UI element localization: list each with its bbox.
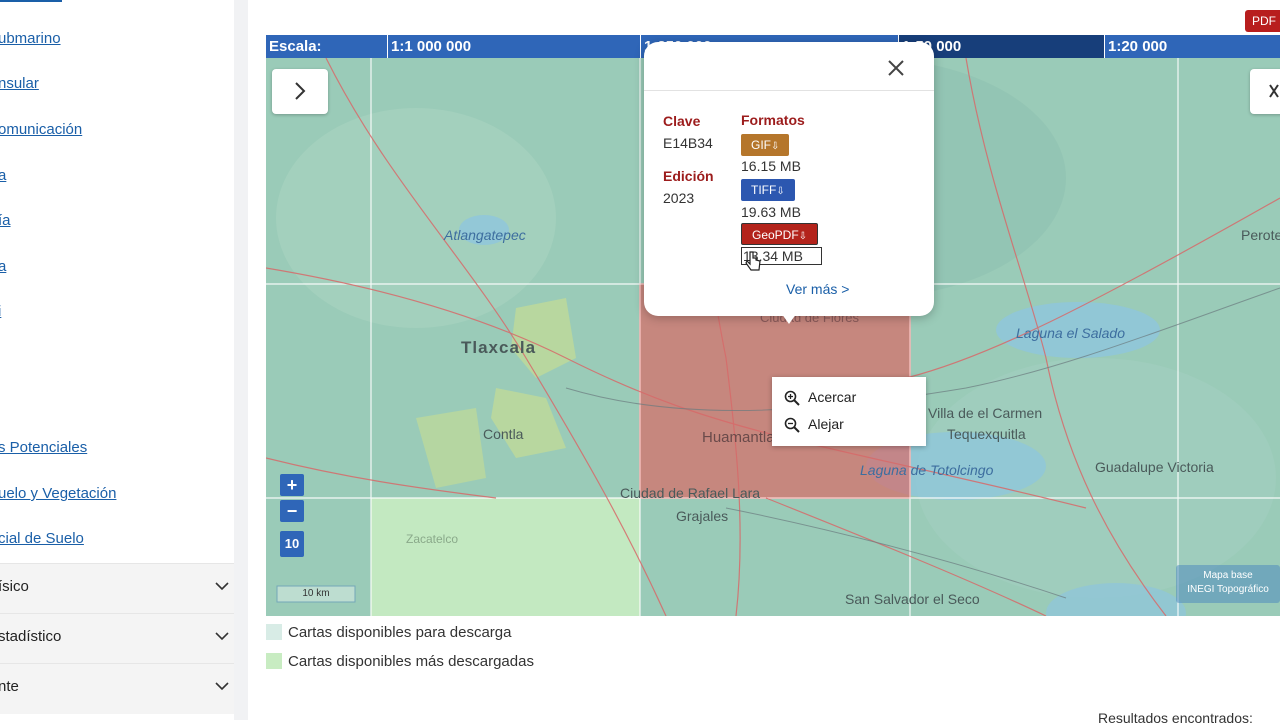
download-gif-button[interactable]: GIF⇩ [741, 134, 790, 156]
basemap-label-2: INEGI Topográfico [1187, 584, 1269, 595]
formatos-label: Formatos [741, 112, 805, 128]
format-label: GeoPDF [752, 228, 799, 242]
map-scale-line: 10 km [276, 585, 356, 603]
sidebar-link-comunicacion[interactable]: omunicación [0, 121, 82, 138]
zoom-in-button[interactable]: + [280, 474, 304, 496]
sidebar-category-ambiente[interactable]: nte [0, 663, 234, 714]
clave-label: Clave [663, 113, 701, 129]
map-label-laguna-totolcingo: Laguna de Totolcingo [860, 462, 994, 478]
map-label-ciudad-rafael-lara: Ciudad de Rafael Lara [620, 485, 761, 501]
format-label: TIFF [751, 183, 777, 197]
context-zoom-in[interactable]: Acercar [784, 386, 856, 408]
chevron-down-icon [215, 632, 229, 641]
category-label: stadístico [0, 628, 62, 645]
map-label-tlaxcala: Tlaxcala [461, 338, 537, 357]
category-label: nte [0, 678, 19, 695]
download-icon: ⇩ [771, 141, 780, 152]
context-zoom-in-label: Acercar [808, 389, 857, 405]
zoom-out-icon [784, 417, 800, 434]
map-label-huamantla: Huamantla [702, 429, 775, 446]
download-icon: ⇩ [798, 231, 808, 242]
chevron-down-icon [215, 582, 229, 591]
sidebar-link-potencial-suelo[interactable]: cial de Suelo [0, 530, 84, 547]
tile-info-popup: Clave E14B34 Edición 2023 Formatos GIF⇩ … [644, 42, 934, 316]
map-label-perote: Perote [1241, 227, 1280, 243]
gif-size: 16.15 MB [741, 158, 801, 174]
category-label: ísico [0, 578, 29, 595]
results-count-label: Resultados encontrados: [1098, 710, 1253, 726]
tiff-size: 19.63 MB [741, 204, 801, 220]
legend-swatch [266, 653, 282, 669]
basemap-switcher[interactable]: Mapa base INEGI Topográfico [1176, 565, 1280, 603]
sidebar-scroll-gutter [234, 0, 248, 720]
sidebar-link-7[interactable]: i [0, 303, 1, 320]
map-context-menu: Acercar Alejar [772, 377, 926, 446]
scale-label: Escala: [269, 38, 322, 55]
context-zoom-out[interactable]: Alejar [784, 413, 844, 435]
basemap-label-1: Mapa base [1203, 570, 1253, 581]
zoom-out-button[interactable]: − [280, 500, 304, 522]
download-tiff-button[interactable]: TIFF⇩ [741, 179, 795, 201]
sidebar-link-uso-suelo-vegetacion[interactable]: uelo y Vegetación [0, 485, 116, 502]
legend-label: Cartas disponibles más descargadas [288, 653, 534, 670]
edicion-label: Edición [663, 168, 714, 184]
sidebar-category-estadistico[interactable]: stadístico [0, 613, 234, 664]
map-label-guadalupe-victoria: Guadalupe Victoria [1095, 459, 1214, 475]
legend-swatch [266, 624, 282, 640]
hand-cursor-icon [745, 251, 761, 271]
expand-panel-button[interactable] [272, 69, 328, 114]
chevron-down-icon [215, 682, 229, 691]
pdf-button[interactable]: PDF [1245, 10, 1280, 32]
scale-option-1000000[interactable]: 1:1 000 000 [387, 35, 640, 58]
ver-mas-link[interactable]: Ver más > [786, 281, 849, 297]
chevron-right-icon [295, 82, 306, 100]
popup-pointer [779, 310, 799, 324]
sidebar: ubmarino nsular omunicación a ía a i s P… [0, 0, 234, 720]
map-label-zacatelco: Zacatelco [406, 532, 459, 546]
download-icon: ⇩ [776, 186, 785, 197]
map-label-contla: Contla [483, 426, 524, 442]
sidebar-link-6[interactable]: a [0, 258, 6, 275]
scale-line-text: 10 km [302, 588, 330, 599]
map-label-tequexquitla: Tequexquitla [947, 426, 1026, 442]
sidebar-top-divider [0, 0, 62, 2]
map-label-san-salvador-el-seco: San Salvador el Seco [845, 591, 980, 607]
sidebar-link-4[interactable]: a [0, 167, 6, 184]
format-label: GIF [751, 138, 771, 152]
scale-option-20000[interactable]: 1:20 000 [1104, 35, 1280, 58]
context-zoom-out-label: Alejar [808, 416, 844, 432]
close-icon[interactable] [886, 58, 906, 78]
sidebar-link-insular[interactable]: nsular [0, 75, 39, 92]
popup-divider [644, 90, 934, 91]
zoom-in-icon [784, 390, 800, 407]
map-label-grajales: Grajales [676, 508, 729, 524]
sidebar-category-fisico[interactable]: ísico [0, 563, 234, 614]
zoom-level-indicator: 10 [280, 531, 304, 557]
map-label-atlangatepec: Atlangatepec [444, 227, 526, 243]
sidebar-link-potenciales[interactable]: s Potenciales [0, 439, 87, 456]
download-geopdf-button[interactable]: GeoPDF⇩ [741, 223, 819, 245]
map-label-laguna-el-salado: Laguna el Salado [1016, 325, 1125, 341]
legend-label: Cartas disponibles para descarga [288, 624, 512, 641]
map-label-villa-el-carmen: Villa de el Carmen [928, 405, 1043, 421]
edicion-value: 2023 [663, 190, 695, 206]
sidebar-link-5[interactable]: ía [0, 212, 11, 229]
sidebar-link-submarino[interactable]: ubmarino [0, 30, 61, 47]
fullscreen-icon [1269, 84, 1279, 98]
clave-value: E14B34 [663, 135, 713, 151]
fullscreen-button[interactable] [1250, 69, 1280, 114]
